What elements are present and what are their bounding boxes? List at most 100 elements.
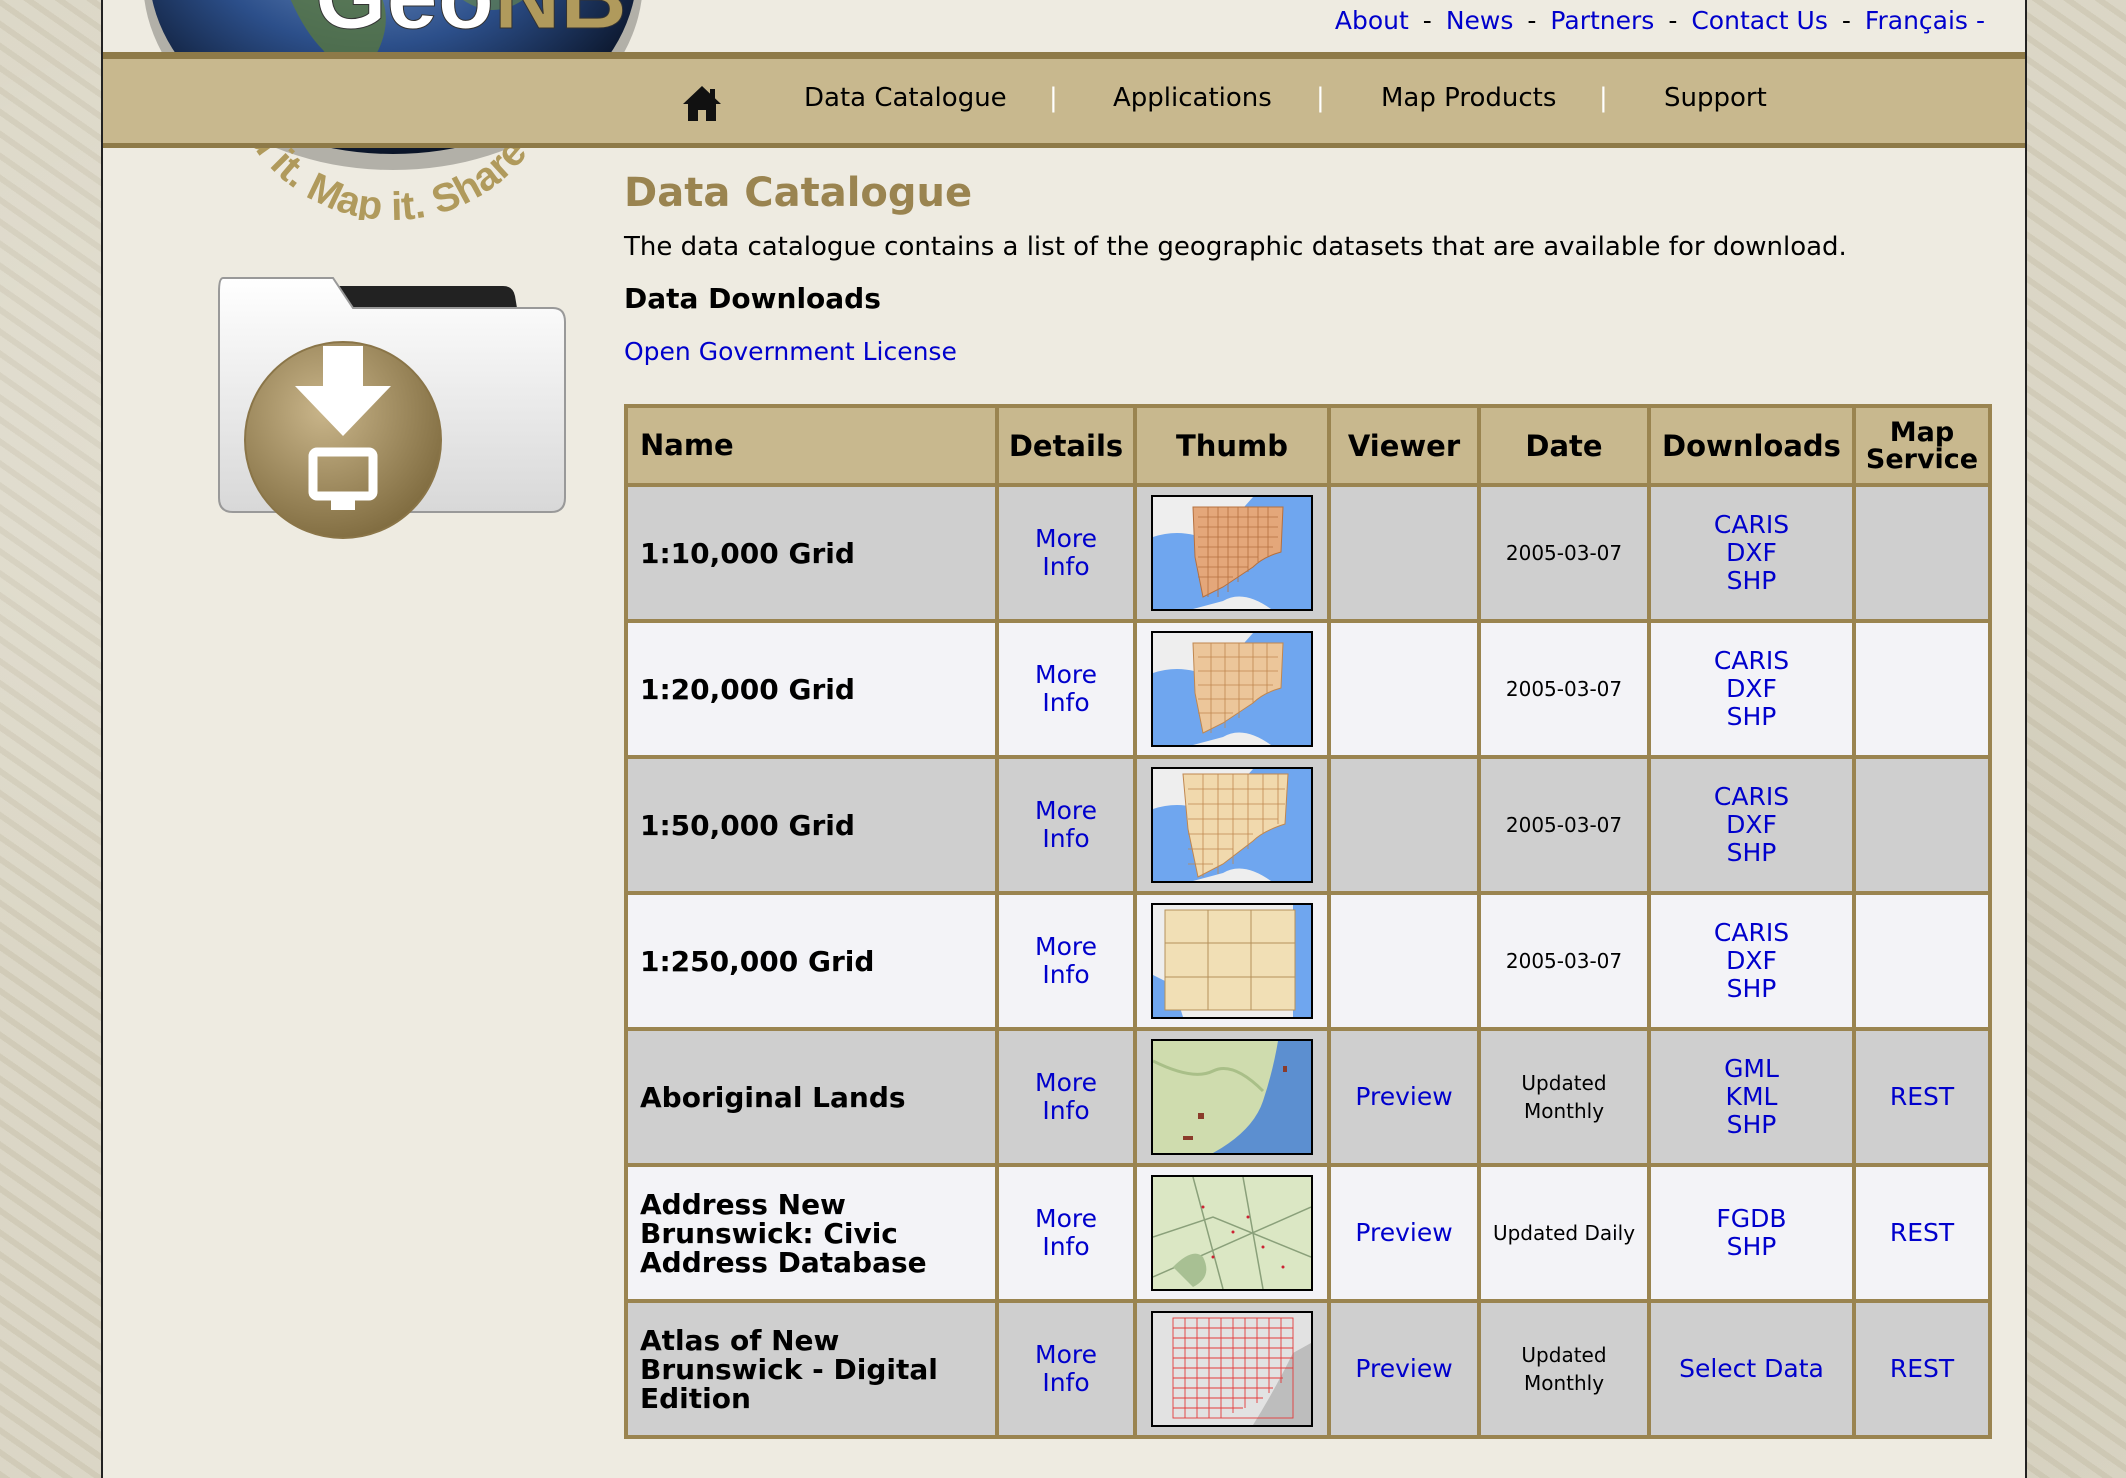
table-row: Aboriginal Lands More Info Preview Updated Mo… bbox=[624, 1027, 1992, 1167]
thumbnail-atlas-new-brunswick[interactable] bbox=[1151, 1311, 1313, 1427]
download-link-dxf[interactable]: DXF bbox=[1651, 947, 1852, 975]
top-link-about[interactable]: About bbox=[1335, 6, 1409, 35]
preview-link[interactable]: Preview bbox=[1331, 1219, 1477, 1247]
download-link-shp[interactable]: SHP bbox=[1651, 703, 1852, 731]
map-service-cell: REST bbox=[1852, 1299, 1992, 1439]
viewer-cell bbox=[1327, 483, 1481, 623]
header-downloads: Downloads bbox=[1647, 404, 1856, 487]
date-cell: Updated Daily bbox=[1477, 1163, 1651, 1303]
date-cell: Updated Monthly bbox=[1477, 1027, 1651, 1167]
date-text: 2005-03-07 bbox=[1505, 677, 1623, 701]
more-info-link[interactable]: More Info bbox=[999, 1069, 1133, 1125]
rest-link[interactable]: REST bbox=[1856, 1083, 1988, 1111]
home-icon[interactable] bbox=[681, 83, 723, 123]
page-title: Data Catalogue bbox=[624, 170, 973, 216]
more-info-label: More bbox=[1035, 1068, 1097, 1097]
thumbnail-address-new-brunswick[interactable] bbox=[1151, 1175, 1313, 1291]
thumb-cell bbox=[1133, 755, 1331, 895]
thumbnail-grid-10000[interactable] bbox=[1151, 495, 1313, 611]
top-link-separator: - bbox=[1975, 6, 1985, 35]
download-link-caris[interactable]: CARIS bbox=[1651, 511, 1852, 539]
table-row: Address New Brunswick: Civic Address Dat… bbox=[624, 1163, 1992, 1303]
download-link-dxf[interactable]: DXF bbox=[1651, 675, 1852, 703]
download-link-shp[interactable]: SHP bbox=[1651, 975, 1852, 1003]
downloads-cell: FGDB SHP bbox=[1647, 1163, 1856, 1303]
open-government-license-link[interactable]: Open Government License bbox=[624, 337, 1984, 366]
download-link-dxf[interactable]: DXF bbox=[1651, 539, 1852, 567]
top-links: About - News - Partners - Contact Us - Français - bbox=[1335, 6, 1985, 35]
date-text: Updated bbox=[1521, 1071, 1607, 1095]
more-info-link[interactable]: More Info bbox=[999, 525, 1133, 581]
downloads-cell: CARIS DXF SHP bbox=[1647, 891, 1856, 1031]
dataset-name: 1:10,000 Grid bbox=[624, 483, 999, 623]
download-link-select-data[interactable]: Select Data bbox=[1651, 1355, 1852, 1383]
date-text: Monthly bbox=[1523, 1099, 1605, 1123]
top-link-francais[interactable]: Français bbox=[1865, 6, 1968, 35]
thumbnail-grid-250000[interactable] bbox=[1151, 903, 1313, 1019]
details-cell: More Info bbox=[995, 755, 1137, 895]
download-link-shp[interactable]: SHP bbox=[1651, 567, 1852, 595]
header-name: Name bbox=[624, 404, 999, 487]
preview-link[interactable]: Preview bbox=[1331, 1355, 1477, 1383]
viewer-cell: Preview bbox=[1327, 1163, 1481, 1303]
thumbnail-grid-50000[interactable] bbox=[1151, 767, 1313, 883]
nav-applications[interactable]: Applications bbox=[1113, 83, 1272, 113]
download-link-caris[interactable]: CARIS bbox=[1651, 783, 1852, 811]
logo-text: GeoNB bbox=[315, 0, 627, 48]
table-row: 1:250,000 Grid More Info 2005-03-07 CARIS DXF… bbox=[624, 891, 1992, 1031]
download-link-fgdb[interactable]: FGDB bbox=[1651, 1205, 1852, 1233]
details-cell: More Info bbox=[995, 1163, 1137, 1303]
data-downloads-heading: Data Downloads bbox=[624, 282, 881, 315]
more-info-link[interactable]: More Info bbox=[999, 933, 1133, 989]
nav-data-catalogue[interactable]: Data Catalogue bbox=[804, 83, 1007, 113]
dataset-name: 1:50,000 Grid bbox=[624, 755, 999, 895]
thumbnail-grid-20000[interactable] bbox=[1151, 631, 1313, 747]
thumb-cell bbox=[1133, 891, 1331, 1031]
download-link-dxf[interactable]: DXF bbox=[1651, 811, 1852, 839]
more-info-link[interactable]: More Info bbox=[999, 1205, 1133, 1261]
downloads-cell: CARIS DXF SHP bbox=[1647, 483, 1856, 623]
more-info-label: More bbox=[1035, 932, 1097, 961]
date-cell: 2005-03-07 bbox=[1477, 891, 1651, 1031]
map-service-cell bbox=[1852, 483, 1992, 623]
thumbnail-aboriginal-lands[interactable] bbox=[1151, 1039, 1313, 1155]
rest-link[interactable]: REST bbox=[1856, 1355, 1988, 1383]
more-info-label: Info bbox=[1042, 688, 1090, 717]
dataset-name: 1:250,000 Grid bbox=[624, 891, 999, 1031]
more-info-label: Info bbox=[1042, 1368, 1090, 1397]
download-link-gml[interactable]: GML bbox=[1651, 1055, 1852, 1083]
nav-map-products[interactable]: Map Products bbox=[1381, 83, 1556, 113]
details-cell: More Info bbox=[995, 1299, 1137, 1439]
more-info-label: Info bbox=[1042, 552, 1090, 581]
download-link-kml[interactable]: KML bbox=[1651, 1083, 1852, 1111]
date-cell: 2005-03-07 bbox=[1477, 755, 1651, 895]
details-cell: More Info bbox=[995, 891, 1137, 1031]
top-link-contact[interactable]: Contact Us bbox=[1691, 6, 1828, 35]
top-link-news[interactable]: News bbox=[1446, 6, 1514, 35]
top-link-partners[interactable]: Partners bbox=[1550, 6, 1654, 35]
rest-link[interactable]: REST bbox=[1856, 1219, 1988, 1247]
table-row: 1:50,000 Grid More Info 2005-03-07 CARIS DXF S… bbox=[624, 755, 1992, 895]
more-info-link[interactable]: More Info bbox=[999, 661, 1133, 717]
download-link-caris[interactable]: CARIS bbox=[1651, 647, 1852, 675]
download-link-shp[interactable]: SHP bbox=[1651, 1233, 1852, 1261]
more-info-link[interactable]: More Info bbox=[999, 1341, 1133, 1397]
more-info-link[interactable]: More Info bbox=[999, 797, 1133, 853]
details-cell: More Info bbox=[995, 1027, 1137, 1167]
dataset-name: Atlas of New Brunswick - Digital Edition bbox=[624, 1299, 999, 1439]
download-link-caris[interactable]: CARIS bbox=[1651, 919, 1852, 947]
header-map-service: Map Service bbox=[1852, 404, 1992, 487]
header-details: Details bbox=[995, 404, 1137, 487]
download-link-shp[interactable]: SHP bbox=[1651, 839, 1852, 867]
nav-support[interactable]: Support bbox=[1664, 83, 1767, 113]
nav-separator: | bbox=[1049, 83, 1058, 113]
more-info-label: Info bbox=[1042, 960, 1090, 989]
download-link-shp[interactable]: SHP bbox=[1651, 1111, 1852, 1139]
table-row: 1:20,000 Grid More Info 2005-03-07 CARIS DXF S… bbox=[624, 619, 1992, 759]
nav-separator: | bbox=[1599, 83, 1608, 113]
table-row: Atlas of New Brunswick - Digital Edition… bbox=[624, 1299, 1992, 1439]
date-text: Updated Daily bbox=[1492, 1221, 1636, 1245]
more-info-label: Info bbox=[1042, 1232, 1090, 1261]
preview-link[interactable]: Preview bbox=[1331, 1083, 1477, 1111]
thumb-cell bbox=[1133, 619, 1331, 759]
